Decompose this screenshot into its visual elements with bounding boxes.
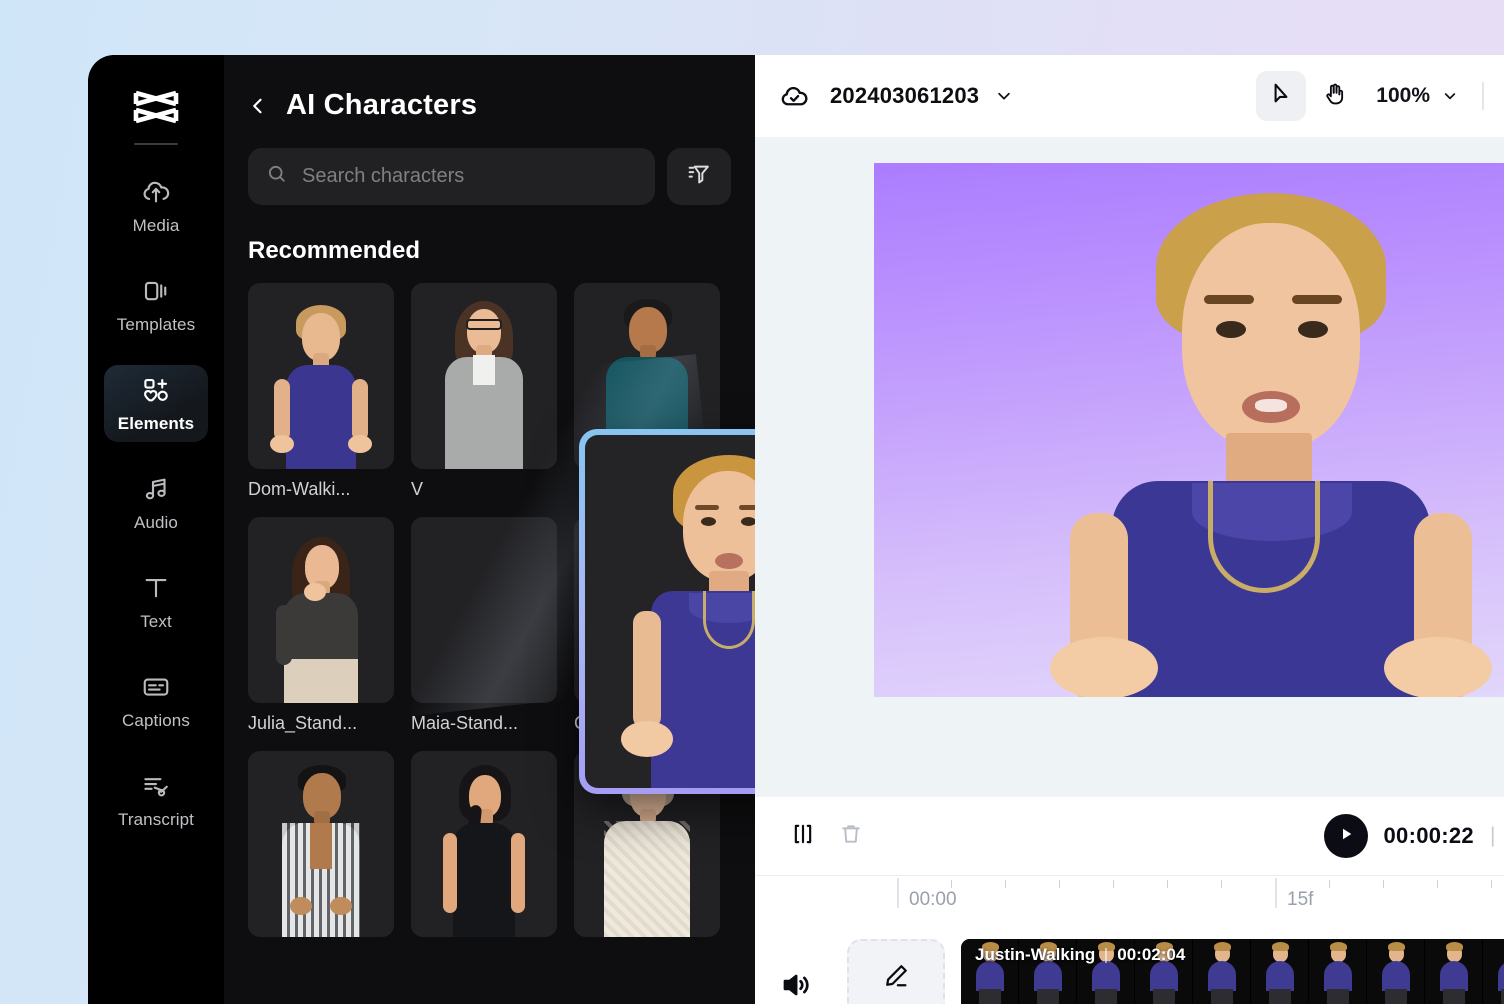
character-label: Maia-Stand...	[411, 713, 519, 733]
current-time: 00:00:22	[1383, 823, 1474, 848]
clip-duration: 00:02:04	[1117, 945, 1186, 964]
transcript-icon	[141, 771, 171, 801]
hand-icon	[1322, 81, 1348, 112]
selected-character-thumbnail	[585, 435, 755, 788]
character-card[interactable]: V	[411, 283, 557, 500]
character-card[interactable]: Julia_Stand...	[248, 517, 394, 734]
search-icon	[266, 163, 288, 190]
search-placeholder: Search characters	[302, 165, 465, 187]
page-title: AI Characters	[286, 89, 478, 121]
ruler-label: 15f	[1287, 889, 1314, 910]
sidebar-item-label: Captions	[122, 711, 190, 730]
character-card[interactable]	[411, 751, 557, 947]
hand-tool-button[interactable]	[1310, 71, 1360, 121]
chevron-down-icon[interactable]	[1442, 88, 1458, 104]
preview-character	[874, 163, 1504, 697]
select-tool-button[interactable]	[1256, 71, 1307, 121]
editor-right-light-region: 202403061203 100% 00:00:22 | 00:00 15f J…	[755, 55, 1504, 1004]
character-card[interactable]: Maia-Stand...	[411, 517, 557, 734]
character-label: V	[411, 479, 424, 499]
character-card[interactable]	[248, 751, 394, 947]
filter-icon	[686, 161, 712, 192]
search-input[interactable]: Search characters	[248, 148, 655, 205]
selected-character-card[interactable]	[579, 429, 755, 794]
editor-left-dark-region: Media Templates Elements Audio Text Capt…	[88, 55, 755, 1004]
rail-divider	[134, 143, 178, 145]
capcut-logo[interactable]	[130, 87, 182, 127]
sidebar-item-transcript[interactable]: Transcript	[104, 761, 208, 838]
sidebar-item-media[interactable]: Media	[104, 167, 208, 244]
ruler-label: 00:00	[909, 889, 957, 910]
elements-icon	[141, 375, 171, 405]
sidebar-item-label: Elements	[117, 414, 195, 433]
character-label: Dom-Walki...	[248, 479, 351, 499]
split-button[interactable]	[779, 812, 827, 860]
pencil-icon	[881, 961, 911, 996]
sidebar-item-label: Transcript	[118, 810, 194, 829]
sidebar-rail: Media Templates Elements Audio Text Capt…	[88, 55, 224, 1004]
zoom-level[interactable]: 100%	[1376, 84, 1430, 108]
filter-button[interactable]	[667, 148, 731, 205]
clip-label: Justin-Walking 00:02:04	[975, 945, 1185, 965]
sidebar-item-captions[interactable]: Captions	[104, 662, 208, 739]
clip-name: Justin-Walking	[975, 945, 1096, 964]
chevron-down-icon[interactable]	[995, 87, 1013, 105]
character-card[interactable]: Dom-Walki...	[248, 283, 394, 500]
sidebar-item-label: Audio	[134, 513, 178, 532]
character-thumbnail	[248, 751, 394, 937]
top-toolbar: 202403061203 100%	[755, 55, 1504, 137]
project-name[interactable]: 202403061203	[830, 83, 979, 109]
music-note-icon	[141, 474, 171, 504]
sidebar-item-templates[interactable]: Templates	[104, 266, 208, 343]
sidebar-item-audio[interactable]: Audio	[104, 464, 208, 541]
character-thumbnail	[248, 517, 394, 703]
toolbar-divider	[1482, 82, 1484, 110]
timeline-track-area: Justin-Walking 00:02:04	[755, 923, 1504, 1004]
timeline-time-readout: 00:00:22 | 00:02	[1323, 814, 1504, 858]
timeline-toolbar: 00:00:22 | 00:02	[755, 797, 1504, 875]
templates-icon	[141, 276, 171, 306]
time-separator: |	[1489, 824, 1496, 847]
sidebar-item-label: Media	[132, 216, 180, 235]
sidebar-item-elements[interactable]: Elements	[104, 365, 208, 442]
timeline-ruler[interactable]: 00:00 15f	[755, 875, 1504, 923]
clip-frame	[1367, 939, 1425, 1004]
sidebar-item-label: Templates	[116, 315, 196, 334]
chevron-left-icon[interactable]	[248, 96, 268, 116]
timeline-clip[interactable]: Justin-Walking 00:02:04	[961, 939, 1504, 1004]
character-thumbnail	[411, 283, 557, 469]
section-title: Recommended	[248, 237, 421, 264]
captions-icon	[141, 672, 171, 702]
ai-characters-panel: AI Characters Search characters Recommen…	[224, 55, 755, 1004]
sidebar-item-label: Text	[140, 612, 172, 631]
clip-frame	[1193, 939, 1251, 1004]
clip-frame	[1251, 939, 1309, 1004]
clip-frame	[1483, 939, 1504, 1004]
character-label: Julia_Stand...	[248, 713, 358, 733]
preview-stage	[755, 137, 1504, 797]
character-thumbnail	[411, 517, 557, 703]
volume-icon[interactable]	[779, 967, 815, 1003]
canvas-tool-group: 100%	[1256, 71, 1504, 121]
panel-header: AI Characters	[224, 55, 755, 122]
search-row: Search characters	[224, 122, 755, 205]
trash-icon	[838, 821, 864, 852]
edit-clip-button[interactable]	[847, 939, 945, 1004]
app-window: Media Templates Elements Audio Text Capt…	[88, 55, 1504, 1004]
delete-button[interactable]	[827, 812, 875, 860]
cloud-upload-icon	[141, 177, 171, 207]
clip-label-divider	[1105, 947, 1108, 963]
split-icon	[790, 821, 816, 852]
sidebar-item-text[interactable]: Text	[104, 563, 208, 640]
clip-frame	[1425, 939, 1483, 1004]
cloud-saved-icon[interactable]	[779, 81, 810, 112]
character-thumbnail	[411, 751, 557, 937]
play-button[interactable]	[1323, 814, 1368, 858]
play-icon	[1337, 825, 1355, 848]
cursor-arrow-icon	[1268, 81, 1294, 112]
character-thumbnail	[248, 283, 394, 469]
text-t-icon	[141, 573, 171, 603]
clip-frame	[1309, 939, 1367, 1004]
preview-canvas[interactable]	[874, 163, 1504, 697]
